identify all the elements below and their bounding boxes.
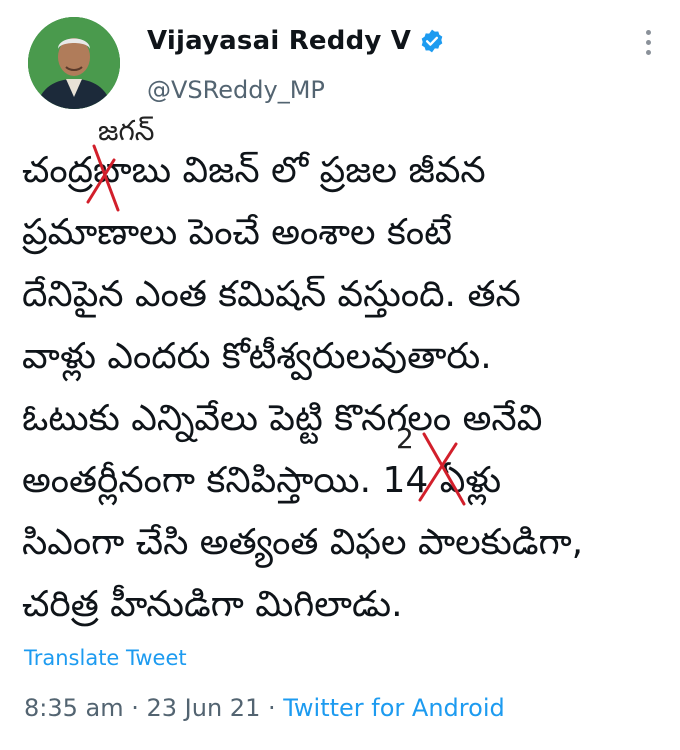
tweet-line: సిఎంగా చేసి అత్యంత విఫల పాలకుడిగా, [22, 522, 584, 563]
verified-badge-icon [421, 29, 443, 53]
more-options-icon[interactable] [644, 30, 652, 60]
tweet-line: చరిత్ర హీనుడిగా మిగిలాడు. [22, 584, 403, 625]
avatar[interactable] [28, 17, 120, 109]
tweet-line: ఓటుకు ఎన్నివేలు పెట్టి కొనగలం అనేవి [22, 398, 543, 439]
tweet-source-link[interactable]: Twitter for Android [283, 694, 504, 722]
author-handle[interactable]: @VSReddy_MP [147, 76, 325, 104]
strike-mark-name [86, 144, 120, 212]
tweet-line: అంతర్లీనంగా కనిపిస్తాయి. 14 ఏళ్లు [22, 460, 502, 501]
tweet-line: దేనిపైన ఎంత కమిషన్ వస్తుంది. తన [22, 274, 521, 315]
author-name-row[interactable]: Vijayasai Reddy V [147, 26, 445, 56]
author-display-name[interactable]: Vijayasai Reddy V [147, 26, 411, 56]
profile-photo-icon [28, 17, 120, 109]
strike-mark-number [418, 432, 466, 506]
tweet-date[interactable]: 23 Jun 21 [147, 694, 261, 722]
tweet-time[interactable]: 8:35 am [24, 694, 124, 722]
tweet-meta: 8:35 am · 23 Jun 21 · Twitter for Androi… [24, 694, 505, 722]
tweet-line: వాళ్లు ఎందరు కోటీశ్వరులవుతారు. [22, 336, 492, 377]
meta-separator: · [260, 694, 284, 722]
translate-tweet-link[interactable]: Translate Tweet [24, 646, 187, 670]
meta-separator: · [123, 694, 147, 722]
